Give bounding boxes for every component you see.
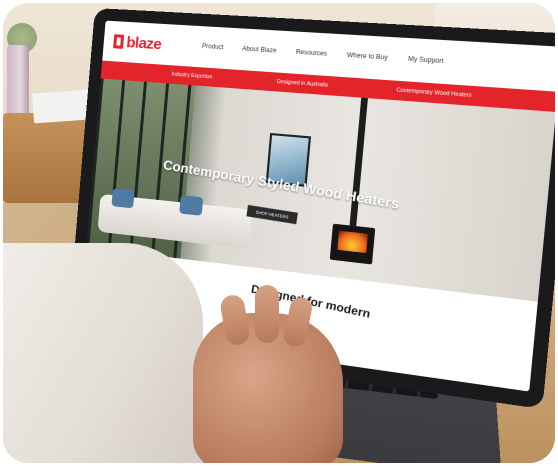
photo: blaze Product About Blaze Resources Wher… — [3, 3, 555, 463]
nav-item-support[interactable]: My Support — [408, 56, 444, 65]
nav-item-resources[interactable]: Resources — [295, 50, 327, 58]
promo-item-expertise: Industry Expertise — [171, 71, 212, 80]
hero-cta-button[interactable]: SHOP HEATERS — [246, 205, 297, 224]
cushion — [111, 188, 134, 208]
person-arm — [3, 243, 203, 463]
nav-item-about[interactable]: About Blaze — [242, 46, 277, 54]
logo-icon — [113, 34, 124, 49]
wood-heater — [330, 224, 376, 265]
promo-item-designed: Designed in Australia — [277, 79, 328, 89]
nav-item-product[interactable]: Product — [202, 44, 224, 52]
nav-item-where-to-buy[interactable]: Where to Buy — [347, 53, 388, 62]
stove-flue — [350, 98, 368, 226]
cushion — [179, 195, 203, 216]
site-logo[interactable]: blaze — [113, 33, 162, 53]
finger — [255, 285, 279, 343]
promo-item-contemporary: Contemporary Wood Heaters — [396, 87, 472, 99]
logo-text: blaze — [126, 33, 162, 52]
fire — [337, 231, 368, 253]
main-nav: Product About Blaze Resources Where to B… — [202, 44, 444, 66]
person-hand — [193, 313, 343, 463]
